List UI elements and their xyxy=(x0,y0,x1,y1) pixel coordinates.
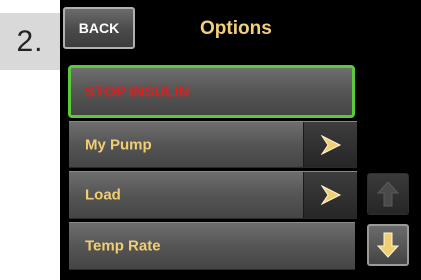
up-arrow-icon xyxy=(377,181,399,207)
pump-screen: BACK Options STOP INSULIN My Pump Load T… xyxy=(60,0,421,280)
down-arrow-icon xyxy=(377,232,399,258)
load-arrow-button[interactable] xyxy=(303,172,357,218)
chevron-right-icon xyxy=(320,185,341,205)
step-number: 2. xyxy=(16,24,44,58)
my-pump-arrow-button[interactable] xyxy=(303,122,357,167)
step-indicator: 2. xyxy=(0,13,60,70)
back-button[interactable]: BACK xyxy=(63,7,135,49)
menu-item-temp-rate[interactable]: Temp Rate xyxy=(69,222,355,270)
scroll-down-button[interactable] xyxy=(367,224,409,266)
menu-item-my-pump[interactable]: My Pump xyxy=(69,121,357,168)
scroll-up-button[interactable] xyxy=(367,173,409,215)
screen-title: Options xyxy=(200,18,272,39)
menu-item-label: STOP INSULIN xyxy=(85,83,190,100)
chevron-right-icon xyxy=(320,134,341,155)
menu-item-load[interactable]: Load xyxy=(69,171,357,219)
menu-item-label: My Pump xyxy=(85,136,152,153)
menu-item-label: Load xyxy=(85,186,121,204)
menu-item-label: Temp Rate xyxy=(85,237,161,255)
menu-item-stop-insulin[interactable]: STOP INSULIN xyxy=(68,65,355,118)
